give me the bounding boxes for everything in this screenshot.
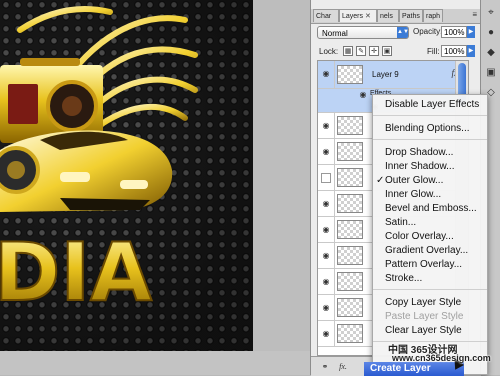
menu-item-clear-layer-style[interactable]: Clear Layer Style [385,325,462,336]
menu-item-gradient-overlay[interactable]: Gradient Overlay... [385,245,468,256]
menu-item-pattern-overlay[interactable]: Pattern Overlay... [385,259,462,270]
canvas-status-area [0,351,310,375]
tab-paragraph[interactable]: raph [423,9,443,22]
layer-thumbnail [337,142,363,161]
boombox-graphic [0,58,103,143]
lock-label: Lock: [319,47,339,56]
layer-thumbnail [337,220,363,239]
visibility-cell[interactable]: ◉ [318,61,335,88]
menu-item-stroke[interactable]: Stroke... [385,273,422,284]
layer-thumbnail [337,324,363,343]
lock-all-icon[interactable]: ▣ [382,46,392,56]
fill-field[interactable]: 100% [441,45,467,57]
opacity-label: Opacity: [413,27,443,36]
menu-item-paste-layer-style: Paste Layer Style [385,311,464,322]
tab-label: Char [316,13,332,20]
tab-label: nels [380,13,393,20]
layer-name: Layer 9 [372,70,399,79]
eye-icon[interactable]: ◉ [321,69,331,78]
layer-row[interactable]: ◉ Layer 9 fx [318,61,468,89]
menu-item-disable-layer-effects[interactable]: Disable Layer Effects [385,99,479,110]
artwork-title-text: DIA [0,226,152,319]
checkmark-icon: ✓ [376,175,385,186]
fill-arrow-icon[interactable]: ▶ [467,45,475,57]
menu-item-drop-shadow[interactable]: Drop Shadow... [385,147,453,158]
document-canvas[interactable]: DIA [0,0,253,351]
tab-channels[interactable]: nels [377,9,399,22]
empty-visibility-box[interactable] [321,173,331,183]
menu-item-inner-glow[interactable]: Inner Glow... [385,189,441,200]
blend-row: Normal ▲▼ Opacity: 100% ▶ [311,24,481,42]
move-icon[interactable]: ⌖ [484,6,498,20]
eye-icon[interactable]: ◉ [321,147,331,156]
eye-icon[interactable]: ◉ [321,251,331,260]
layer-thumbnail [337,272,363,291]
menu-divider [373,115,487,116]
eye-icon[interactable]: ◉ [321,225,331,234]
lock-row: Lock: ▦ ✎ ✛ ▣ Fill: 100% ▶ [311,44,481,60]
tab-label: Paths [402,13,420,20]
menu-divider [373,289,487,290]
tab-label: Layers [342,13,364,20]
lock-pixels-icon[interactable]: ✎ [356,46,366,56]
chevron-down-icon: ▲▼ [397,27,409,38]
lock-transparency-icon[interactable]: ▦ [343,46,353,56]
fill-label: Fill: [427,47,440,56]
menu-item-inner-shadow[interactable]: Inner Shadow... [385,161,455,172]
hand-icon[interactable]: ▣ [484,66,498,80]
eye-icon[interactable]: ◉ [321,303,331,312]
effects-eye-icon[interactable]: ◉ [358,90,368,99]
eye-icon[interactable]: ◉ [321,329,331,338]
layer-thumbnail [337,194,363,213]
layer-thumbnail [337,168,363,187]
layer-thumbnail [337,116,363,135]
layer-thumbnail [337,246,363,265]
menu-item-blending-options[interactable]: Blending Options... [385,123,470,134]
close-icon[interactable]: ✕ [365,13,371,20]
panel-menu-icon[interactable]: ≡ [472,10,477,19]
layer-thumbnail [337,298,363,317]
tab-layers[interactable]: Layers ✕ [339,9,377,22]
type-icon[interactable]: ◆ [484,46,498,60]
link-icon[interactable]: ⚭ [319,361,331,372]
layer-style-context-menu: Disable Layer Effects Blending Options..… [372,94,488,375]
opacity-field[interactable]: 100% [441,26,467,38]
panel-tabs: Char Layers ✕ nels Paths raph ≡ [311,9,481,24]
menu-item-satin[interactable]: Satin... [385,217,416,228]
menu-item-outer-glow[interactable]: Outer Glow... [385,175,443,186]
blend-mode-value: Normal [322,29,348,38]
layer-thumbnail [337,65,363,84]
opacity-arrow-icon[interactable]: ▶ [467,26,475,38]
tab-label: raph [426,13,441,20]
menu-item-color-overlay[interactable]: Color Overlay... [385,231,454,242]
menu-item-bevel-emboss[interactable]: Bevel and Emboss... [385,203,477,214]
workspace-gap [253,0,310,375]
eye-icon[interactable]: ◉ [321,277,331,286]
eye-icon[interactable]: ◉ [321,199,331,208]
fx-icon[interactable]: fx. [337,361,349,372]
artwork: DIA [0,6,198,320]
blend-mode-select[interactable]: Normal ▲▼ [317,26,409,39]
eye-icon[interactable]: ◉ [321,121,331,130]
menu-item-create-layer[interactable]: Create Layer [370,362,431,376]
menu-divider [373,139,487,140]
tab-character[interactable]: Char [313,9,339,22]
golden-car [0,130,173,212]
lock-position-icon[interactable]: ✛ [369,46,379,56]
brush-icon[interactable]: ● [484,26,498,40]
watermark-line2: www.cn365design.com [392,353,491,363]
tab-paths[interactable]: Paths [399,9,423,22]
menu-item-copy-layer-style[interactable]: Copy Layer Style [385,297,461,308]
